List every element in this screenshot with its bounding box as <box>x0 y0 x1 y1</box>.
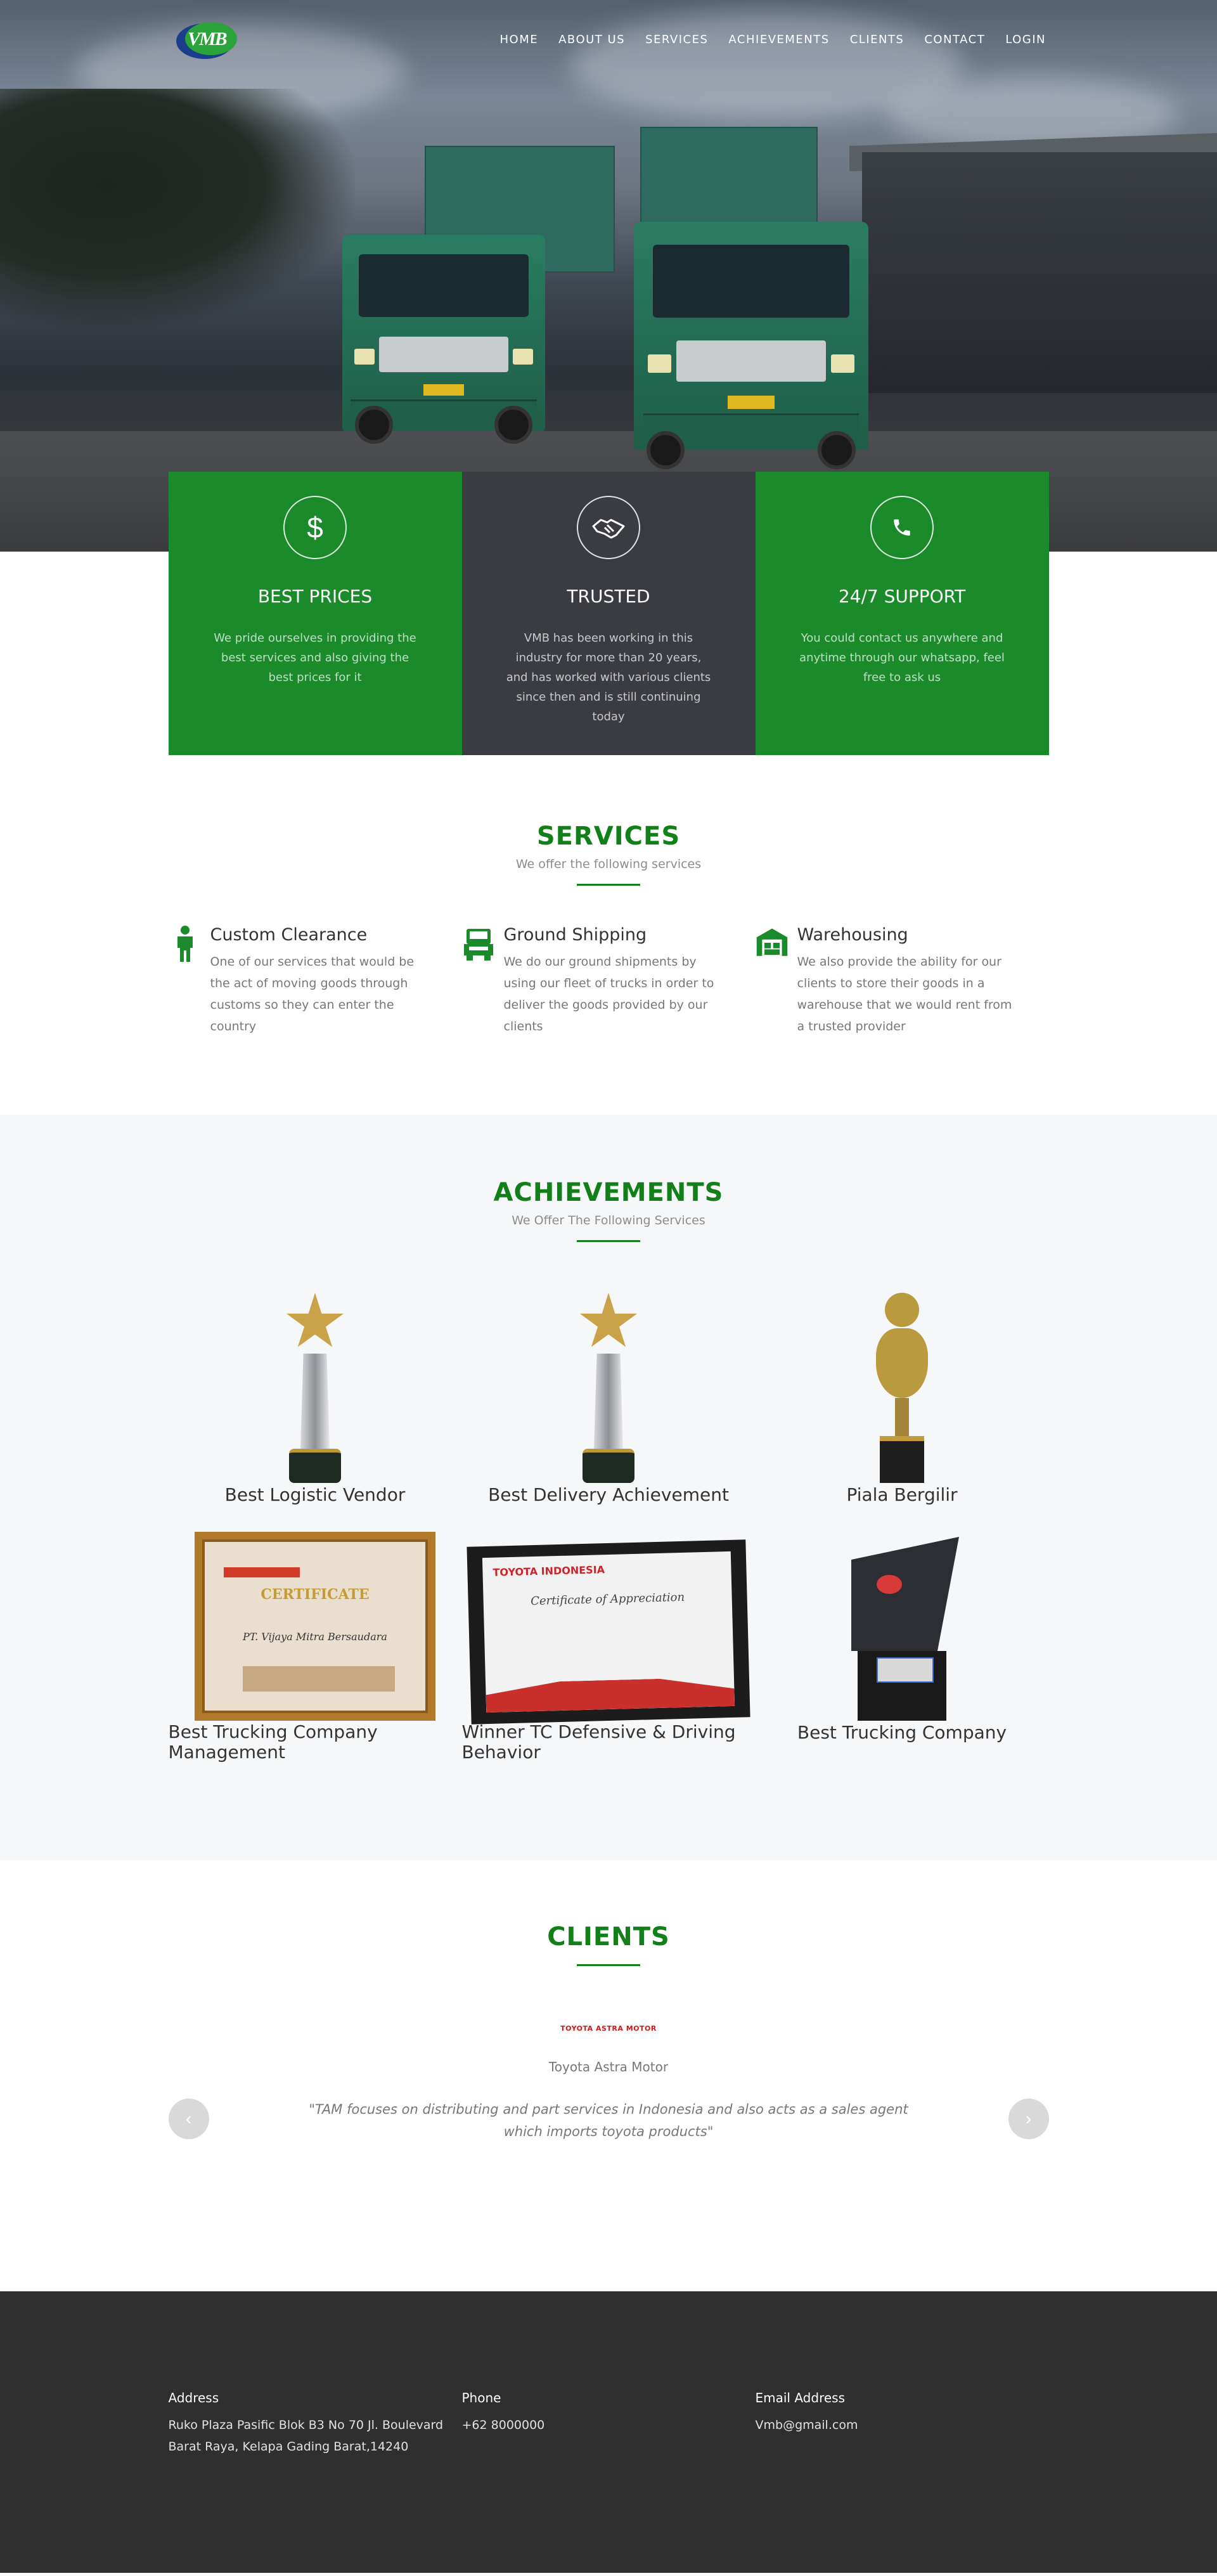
feature-text: VMB has been working in this industry fo… <box>506 631 711 723</box>
nav-contact[interactable]: CONTACT <box>924 33 985 46</box>
feature-support: 24/7 SUPPORT You could contact us anywhe… <box>755 472 1049 755</box>
nav-services[interactable]: SERVICES <box>645 33 708 46</box>
nav-menu: HOME ABOUT US SERVICES ACHIEVEMENTS CLIE… <box>499 33 1046 46</box>
achievement-card: Best Logistic Vendor <box>169 1286 462 1505</box>
wheel <box>818 431 856 469</box>
achievement-card: Best Delivery Achievement <box>462 1286 756 1505</box>
hero-banner: VMB HOME ABOUT US SERVICES ACHIEVEMENTS … <box>0 0 1217 552</box>
logo-text: VMB <box>188 28 228 49</box>
achievement-caption: Best Trucking Company Management <box>168 1721 378 1763</box>
nav-login[interactable]: LOGIN <box>1005 33 1046 46</box>
footer-value: +62 8000000 <box>461 2418 545 2432</box>
wheel <box>494 406 532 444</box>
achievement-card: Piala Bergilir <box>756 1286 1049 1505</box>
footer-address: Address Ruko Plaza Pasific Blok B3 No 70… <box>169 2390 462 2457</box>
truck-cab <box>634 222 868 450</box>
achievement-caption: Best Logistic Vendor <box>224 1484 406 1505</box>
service-text: We do our ground shipments by using our … <box>503 955 714 1033</box>
feature-best-prices: $ BEST PRICES We pride ourselves in prov… <box>168 472 462 755</box>
service-title: Custom Clearance <box>210 925 368 945</box>
feature-trusted: TRUSTED VMB has been working in this ind… <box>461 472 756 755</box>
star-trophy-image <box>574 1293 643 1483</box>
wheel <box>647 431 685 469</box>
service-text: One of our services that would be the ac… <box>210 955 415 1033</box>
services-subtitle: We offer the following services <box>515 857 702 871</box>
achievement-caption: Piala Bergilir <box>846 1484 958 1505</box>
glass-trophy-image <box>839 1537 965 1721</box>
warehouse-icon <box>756 925 789 963</box>
carousel-next-button[interactable]: › <box>1008 2099 1049 2139</box>
warehouse <box>862 152 1217 393</box>
carousel-prev-button[interactable]: ‹ <box>168 2099 209 2139</box>
achievement-caption: Best Trucking Company <box>797 1722 1007 1743</box>
achievements-grid: Best Logistic Vendor Best Delivery Achie… <box>169 1286 1049 1763</box>
wheel <box>355 406 393 444</box>
service-warehousing: Warehousing We also provide the ability … <box>756 925 1049 1037</box>
nav-clients[interactable]: CLIENTS <box>850 33 905 46</box>
achievement-card: CERTIFICATE PT. Vijaya Mitra Bersaudara B… <box>169 1524 462 1763</box>
clients-carousel: ‹ "TAM focuses on distributing and part … <box>168 2099 1049 2149</box>
plaque-image: TOYOTA INDONESIA Certificate of Appreciat… <box>467 1539 750 1725</box>
footer-label: Phone <box>461 2390 501 2405</box>
footer-phone: Phone +62 8000000 <box>462 2390 756 2457</box>
service-title: Warehousing <box>797 925 908 945</box>
feature-title: BEST PRICES <box>257 586 373 607</box>
feature-title: 24/7 SUPPORT <box>838 586 966 607</box>
truck-cab <box>342 235 545 431</box>
achievements-title: ACHIEVEMENTS <box>493 1178 724 1207</box>
certificate-image: CERTIFICATE PT. Vijaya Mitra Bersaudara <box>195 1532 435 1721</box>
phone-icon <box>870 496 934 559</box>
services-section: SERVICES We offer the following services… <box>0 755 1217 1115</box>
handshake-icon <box>577 496 640 559</box>
feature-title: TRUSTED <box>567 586 650 607</box>
person-icon <box>169 925 202 963</box>
achievement-card: Best Trucking Company <box>756 1524 1049 1763</box>
dollar-icon: $ <box>283 496 347 559</box>
footer-label: Email Address <box>755 2390 846 2405</box>
nav-achievements[interactable]: ACHIEVEMENTS <box>728 33 829 46</box>
footer-value: Vmb@gmail.com <box>755 2418 858 2432</box>
cup-trophy-image <box>867 1293 937 1483</box>
feature-text: You could contact us anywhere and anytim… <box>799 631 1005 684</box>
client-logo: TOYOTA ASTRA MOTOR <box>560 2024 657 2033</box>
services-list: Custom Clearance One of our services tha… <box>169 925 1049 1037</box>
feature-text: We pride ourselves in providing the best… <box>214 631 416 684</box>
nav-about-us[interactable]: ABOUT US <box>558 33 625 46</box>
achievement-caption: Best Delivery Achievement <box>488 1484 729 1505</box>
star-trophy-image <box>280 1293 350 1483</box>
top-navbar: VMB HOME ABOUT US SERVICES ACHIEVEMENTS … <box>0 0 1217 79</box>
achievements-section: ACHIEVEMENTS We Offer The Following Serv… <box>0 1115 1217 1860</box>
service-title: Ground Shipping <box>503 925 647 945</box>
achievement-caption: Winner TC Defensive & Driving Behavior <box>461 1721 736 1763</box>
trees <box>0 89 355 330</box>
footer-email: Email Address Vmb@gmail.com <box>756 2390 1049 2457</box>
title-underline <box>577 1964 640 1966</box>
service-text: We also provide the ability for our clie… <box>797 955 1012 1033</box>
achievement-card: TOYOTA INDONESIA Certificate of Appreciat… <box>462 1524 756 1763</box>
footer: Address Ruko Plaza Pasific Blok B3 No 70… <box>0 2291 1217 2573</box>
feature-boxes: $ BEST PRICES We pride ourselves in prov… <box>168 472 1049 755</box>
vmb-logo[interactable]: VMB <box>176 20 238 60</box>
achievements-subtitle: We Offer The Following Services <box>512 1214 705 1227</box>
client-name: Toyota Astra Motor <box>548 2059 669 2074</box>
client-quote: "TAM focuses on distributing and part se… <box>309 2102 908 2139</box>
services-title: SERVICES <box>536 822 681 851</box>
nav-home[interactable]: HOME <box>499 33 538 46</box>
clients-section: CLIENTS TOYOTA ASTRA MOTOR Toyota Astra … <box>0 1860 1217 2291</box>
service-ground-shipping: Ground Shipping We do our ground shipmen… <box>462 925 756 1037</box>
footer-value: Ruko Plaza Pasific Blok B3 No 70 Jl. Bou… <box>168 2418 444 2454</box>
title-underline <box>577 1240 640 1242</box>
title-underline <box>577 884 640 886</box>
footer-label: Address <box>168 2390 219 2405</box>
truck-icon <box>462 925 495 963</box>
clients-title: CLIENTS <box>547 1922 670 1951</box>
service-custom-clearance: Custom Clearance One of our services tha… <box>169 925 462 1037</box>
